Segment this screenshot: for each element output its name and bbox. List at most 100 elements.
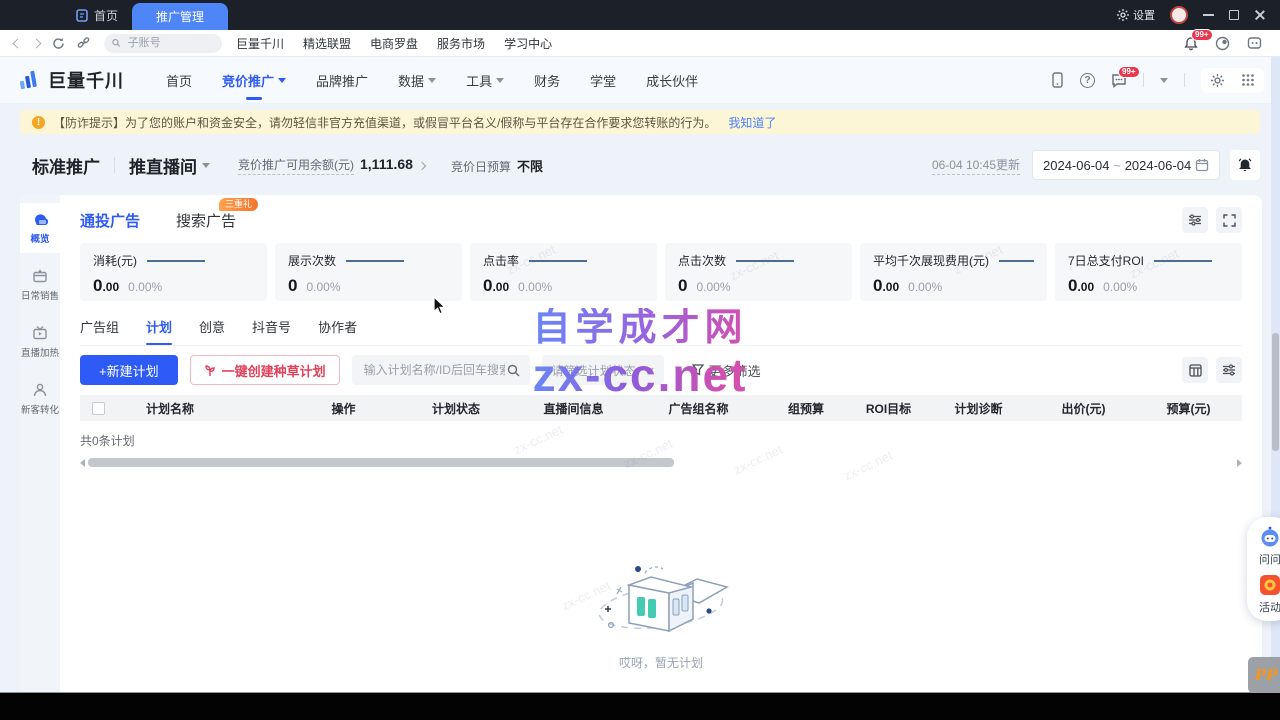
alert-bell-button[interactable] — [1230, 150, 1260, 180]
fraud-alert-banner: ! 【防诈提示】为了您的账户和资金安全，请勿轻信非官方充值渠道，或假冒平台名义/… — [20, 110, 1260, 134]
objective-selector[interactable]: 推直播间 — [129, 153, 210, 178]
settings-button[interactable]: 设置 — [1117, 7, 1155, 23]
stat-value: 0 — [678, 276, 687, 296]
new-plan-button[interactable]: +新建计划 — [80, 355, 178, 385]
search-icon — [507, 364, 520, 377]
stat-value: 0 — [483, 276, 492, 296]
tab-douyin-accounts[interactable]: 抖音号 — [252, 317, 291, 345]
nav-bidding[interactable]: 竞价推广 — [222, 71, 286, 90]
table-tools — [1182, 357, 1242, 383]
scroll-right-icon[interactable] — [1237, 459, 1242, 467]
browser-logo-icon[interactable] — [1215, 36, 1230, 51]
gear-icon[interactable] — [1210, 73, 1225, 88]
assistant-label[interactable]: 问问 — [1259, 551, 1280, 567]
scrollbar-thumb[interactable] — [1272, 333, 1279, 451]
stat-card-cpm[interactable]: 平均千次展现费用(元) 0.000.00% — [860, 243, 1047, 301]
quick-link[interactable]: 精选联盟 — [303, 35, 351, 52]
column-settings-button[interactable] — [1182, 357, 1208, 383]
stat-card-cost[interactable]: 消耗(元) 0.000.00% — [80, 243, 267, 301]
scroll-left-icon[interactable] — [80, 459, 85, 467]
refresh-icon[interactable] — [52, 37, 65, 50]
tab-feed-ads[interactable]: 通投广告 — [80, 210, 140, 231]
tab-creatives[interactable]: 创意 — [199, 317, 225, 345]
nav-academy[interactable]: 学堂 — [590, 71, 616, 90]
tab-plans[interactable]: 计划 — [146, 317, 172, 345]
tab-search-ads[interactable]: 搜索广告 三重礼 — [176, 210, 236, 231]
table-header: 计划名称 操作 计划状态 直播间信息 广告组名称 组预算 ROI目标 计划诊断 … — [80, 395, 1242, 421]
forward-icon[interactable] — [32, 38, 42, 48]
potplayer-taskbar-thumb[interactable]: PP — [1248, 657, 1280, 693]
nav-finance[interactable]: 财务 — [534, 71, 560, 90]
browser-tab-promotion[interactable]: 推广管理 — [132, 3, 228, 30]
fraud-alert-text: 【防诈提示】为了您的账户和资金安全，请勿轻信非官方充值渠道，或假冒平台名义/假称… — [53, 114, 716, 131]
plan-status-select[interactable]: 请筛选计划状态 — [542, 355, 664, 385]
quick-create-button[interactable]: 一键创建种草计划 — [190, 355, 340, 385]
col-roi-target: ROI目标 — [851, 400, 926, 417]
messages-button[interactable]: 99+ — [1111, 73, 1127, 88]
sidebar-item-live-boost[interactable]: 直播加热 — [20, 316, 60, 367]
nav-partners[interactable]: 成长伙伴 — [646, 71, 698, 90]
horizontal-scrollbar[interactable] — [80, 458, 1242, 467]
quick-link[interactable]: 学习中心 — [504, 35, 552, 52]
account-dropdown-icon[interactable] — [1160, 78, 1168, 83]
page-title: 标准推广 — [32, 153, 100, 178]
quick-link[interactable]: 巨量千川 — [236, 35, 284, 52]
sparkline — [736, 260, 794, 262]
sidebar-item-overview[interactable]: 概览 — [20, 203, 60, 253]
chevron-down-icon — [646, 368, 654, 373]
notifications-button[interactable]: 99+ — [1184, 36, 1198, 51]
quick-link[interactable]: 电商罗盘 — [370, 35, 418, 52]
expand-icon — [1223, 214, 1236, 227]
stat-card-clicks[interactable]: 点击次数 00.00% — [665, 243, 852, 301]
tab-ad-groups[interactable]: 广告组 — [80, 317, 119, 345]
maximize-button[interactable] — [1229, 10, 1239, 20]
col-plan-diagnosis: 计划诊断 — [926, 400, 1031, 417]
brand[interactable]: 巨量千川 — [16, 67, 124, 93]
quick-link[interactable]: 服务市场 — [437, 35, 485, 52]
fullscreen-button[interactable] — [1216, 207, 1242, 233]
stat-label: 点击率 — [483, 252, 519, 269]
activity-label[interactable]: 活动 — [1259, 599, 1280, 615]
sidebar-item-daily-sales[interactable]: 日常销售 — [20, 259, 60, 310]
grid-apps-icon[interactable] — [1241, 73, 1255, 88]
more-filters-button[interactable]: 更多筛选 — [692, 361, 761, 380]
apps-icon[interactable] — [1247, 36, 1262, 50]
browser-tab-home[interactable]: 首页 — [62, 0, 132, 30]
activity-icon[interactable] — [1259, 574, 1280, 596]
sliders-icon — [1222, 364, 1236, 376]
stat-card-impressions[interactable]: 展示次数 00.00% — [275, 243, 462, 301]
back-icon[interactable] — [13, 38, 23, 48]
metric-settings-button[interactable] — [1182, 207, 1208, 233]
filter-settings-button[interactable] — [1216, 357, 1242, 383]
close-button[interactable] — [1254, 9, 1266, 21]
chevron-right-icon[interactable] — [418, 161, 426, 169]
tab-collaborators[interactable]: 协作者 — [318, 317, 357, 345]
sidebar-item-label: 新客转化 — [21, 402, 59, 416]
nav-tools[interactable]: 工具 — [466, 71, 504, 90]
balance-label: 竞价推广可用余额(元) — [238, 156, 354, 175]
stat-card-ctr[interactable]: 点击率 0.000.00% — [470, 243, 657, 301]
nav-data[interactable]: 数据 — [398, 71, 436, 90]
nav-home[interactable]: 首页 — [166, 71, 192, 90]
sidebar-item-new-customers[interactable]: 新客转化 — [20, 373, 60, 424]
avatar[interactable] — [1170, 6, 1188, 24]
link-icon[interactable] — [77, 37, 90, 50]
scrollbar-thumb[interactable] — [88, 458, 674, 467]
date-range-picker[interactable]: 2024-06-04 ~ 2024-06-04 — [1032, 150, 1220, 180]
help-icon[interactable]: ? — [1080, 73, 1095, 88]
mobile-icon[interactable] — [1051, 72, 1064, 88]
fraud-alert-dismiss-link[interactable]: 我知道了 — [728, 114, 776, 131]
stat-cards: 消耗(元) 0.000.00% 展示次数 00.00% 点击率 0.000.00… — [80, 243, 1242, 301]
page-header-right: 06-04 10:45更新 2024-06-04 ~ 2024-06-04 — [932, 150, 1260, 180]
assistant-robot-icon[interactable] — [1259, 526, 1280, 548]
empty-box-illustration — [581, 543, 741, 643]
select-all-checkbox[interactable] — [92, 402, 105, 415]
funnel-icon — [692, 364, 704, 376]
plan-search-input[interactable] — [362, 362, 507, 378]
url-search-input[interactable] — [126, 36, 214, 50]
stat-card-roi[interactable]: 7日总支付ROI 0.000.00% — [1055, 243, 1242, 301]
minimize-button[interactable] — [1203, 14, 1214, 16]
plan-search-box[interactable] — [352, 355, 530, 385]
url-search[interactable] — [104, 34, 222, 53]
nav-brand[interactable]: 品牌推广 — [316, 71, 368, 90]
